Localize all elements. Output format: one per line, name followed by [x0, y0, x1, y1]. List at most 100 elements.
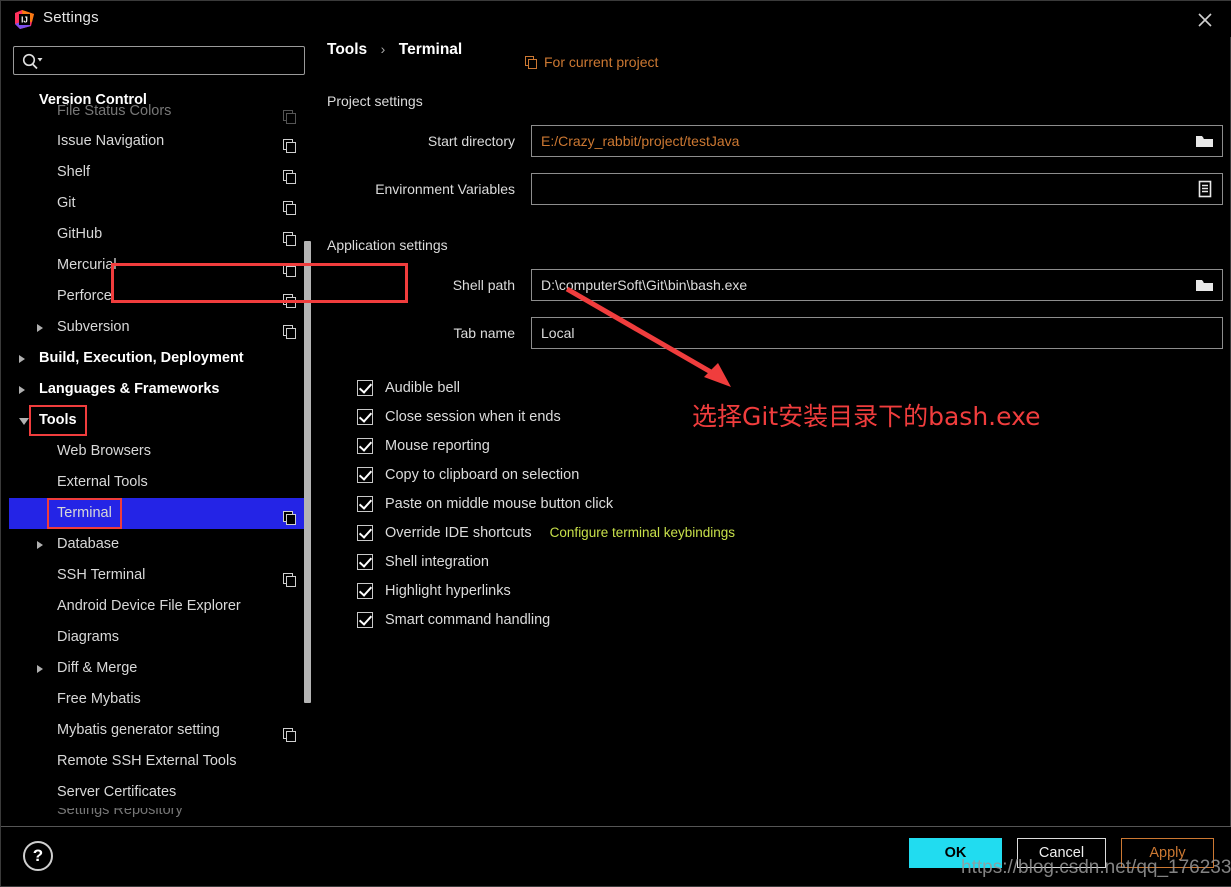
sidebar-item-label: Issue Navigation [57, 133, 165, 149]
sidebar-item-terminal[interactable]: Terminal [9, 498, 305, 529]
tab-name-label: Tab name [453, 325, 515, 341]
sidebar-item-server-certificates[interactable]: Server Certificates [9, 777, 305, 808]
main-panel: Tools › Terminal For current project Pro… [327, 41, 1223, 634]
checkbox-indicator[interactable] [357, 524, 373, 541]
sidebar-item-label: Tools [29, 405, 87, 436]
sidebar-item-tools[interactable]: Tools [9, 405, 305, 436]
configure-terminal-keybindings-link[interactable]: Configure terminal keybindings [550, 525, 735, 540]
shell-path-input[interactable] [531, 269, 1223, 301]
sidebar-item-label: Settings Repository [57, 808, 183, 818]
checkbox-label: Audible bell [385, 379, 460, 396]
checkbox-copy-to-clipboard-on-selection[interactable]: Copy to clipboard on selection [327, 460, 1223, 489]
help-icon[interactable]: ? [23, 841, 53, 871]
sidebar-scrollbar[interactable] [304, 241, 311, 703]
checkbox-smart-command-handling[interactable]: Smart command handling [327, 605, 1223, 634]
sidebar-item-issue-navigation[interactable]: Issue Navigation [9, 126, 305, 157]
sidebar-item-label: Subversion [57, 319, 130, 335]
section-divider [327, 246, 1223, 247]
sidebar-item-web-browsers[interactable]: Web Browsers [9, 436, 305, 467]
sidebar-item-label: Build, Execution, Deployment [39, 350, 244, 366]
start-directory-input[interactable] [531, 125, 1223, 157]
sidebar-item-git[interactable]: Git [9, 188, 305, 219]
search-box[interactable] [13, 46, 305, 75]
breadcrumb-parent[interactable]: Tools [327, 41, 367, 58]
for-current-project-link[interactable]: For current project [525, 54, 658, 72]
tab-name-input[interactable] [531, 317, 1223, 349]
checkbox-override-ide-shortcuts[interactable]: Override IDE shortcuts Configure terminal… [327, 518, 1223, 547]
sidebar-item-label: Free Mybatis [57, 691, 141, 707]
checkbox-indicator[interactable] [357, 611, 373, 628]
checkbox-label: Shell integration [385, 553, 489, 570]
sidebar-item-mercurial[interactable]: Mercurial [9, 250, 305, 281]
sidebar-item-mybatis-generator-setting[interactable]: Mybatis generator setting [9, 715, 305, 746]
checkbox-label: Override IDE shortcuts [385, 524, 532, 541]
sidebar-item-github[interactable]: GitHub [9, 219, 305, 250]
checkbox-indicator[interactable] [357, 582, 373, 599]
checkbox-indicator[interactable] [357, 437, 373, 454]
sidebar-item-android-device-file-explorer[interactable]: Android Device File Explorer [9, 591, 305, 622]
chevron-right-icon[interactable] [37, 541, 43, 549]
shell-path-label-wrap: Shell path [327, 269, 515, 301]
sidebar-item-subversion[interactable]: Subversion [9, 312, 305, 343]
sidebar-item-ssh-terminal[interactable]: SSH Terminal [9, 560, 305, 591]
chevron-right-icon[interactable] [37, 324, 43, 332]
project-settings-section-header: Project settings [327, 93, 1223, 111]
chevron-right-icon[interactable] [19, 386, 25, 394]
for-current-project-label: For current project [544, 54, 659, 70]
shell-path-label: Shell path [452, 277, 515, 293]
sidebar-item-perforce[interactable]: Perforce [9, 281, 305, 312]
checkbox-shell-integration[interactable]: Shell integration [327, 547, 1223, 576]
sidebar-item-external-tools[interactable]: External Tools [9, 467, 305, 498]
checkbox-label: Smart command handling [385, 611, 551, 628]
chevron-down-icon[interactable] [19, 418, 29, 425]
checkbox-mouse-reporting[interactable]: Mouse reporting [327, 431, 1223, 460]
close-icon[interactable] [1194, 9, 1216, 31]
sidebar-item-free-mybatis[interactable]: Free Mybatis [9, 684, 305, 715]
checkbox-close-session-when-it-ends[interactable]: Close session when it ends [327, 402, 1223, 431]
environment-variables-input[interactable] [531, 173, 1223, 205]
tab-name-label-wrap: Tab name [327, 317, 515, 349]
svg-text:IJ: IJ [21, 16, 28, 25]
search-input[interactable] [50, 47, 300, 74]
project-settings-fields: Start directory Environment Variables [327, 125, 1223, 207]
sidebar-item-label: GitHub [57, 226, 103, 242]
environment-variables-label-wrap: Environment Variables [327, 173, 515, 205]
sidebar-item-label: Server Certificates [57, 784, 177, 800]
chevron-right-icon[interactable] [37, 665, 43, 673]
settings-dialog: IJ Settings Version Control File Status C… [0, 0, 1231, 887]
tab-name-row: Tab name [327, 317, 1223, 351]
checkbox-paste-on-middle-mouse-button-click[interactable]: Paste on middle mouse button click [327, 489, 1223, 518]
checkbox-indicator[interactable] [357, 408, 373, 425]
watermark-text: https://blog.csdn.net/qq_17623363 [961, 857, 1231, 878]
folder-icon[interactable] [1188, 270, 1222, 300]
intellij-idea-logo-icon: IJ [14, 9, 35, 30]
sidebar-item-diff-merge[interactable]: Diff & Merge [9, 653, 305, 684]
sidebar-item-settings-repository[interactable]: Settings Repository [9, 808, 305, 818]
checkbox-label: Paste on middle mouse button click [385, 495, 614, 512]
sidebar-item-database[interactable]: Database [9, 529, 305, 560]
chevron-right-icon[interactable] [19, 355, 25, 363]
checkbox-indicator[interactable] [357, 379, 373, 396]
checkbox-indicator[interactable] [357, 466, 373, 483]
list-edit-icon[interactable] [1188, 174, 1222, 204]
sidebar-item-label: External Tools [57, 474, 148, 490]
sidebar-item-shelf[interactable]: Shelf [9, 157, 305, 188]
folder-icon[interactable] [1188, 126, 1222, 156]
sidebar-item-languages-frameworks[interactable]: Languages & Frameworks [9, 374, 305, 405]
sidebar-item-label: Git [57, 195, 76, 211]
sidebar-item-diagrams[interactable]: Diagrams [9, 622, 305, 653]
checkbox-indicator[interactable] [357, 495, 373, 512]
sidebar-item-label: Languages & Frameworks [39, 381, 220, 397]
settings-tree[interactable]: Version Control File Status Colors Issue N… [9, 85, 305, 825]
sidebar-item-file-status-colors[interactable]: File Status Colors [9, 102, 305, 126]
application-settings-label: Application settings [327, 237, 458, 253]
sidebar-item-remote-ssh-external-tools[interactable]: Remote SSH External Tools [9, 746, 305, 777]
sidebar-item-build-execution-deployment[interactable]: Build, Execution, Deployment [9, 343, 305, 374]
start-directory-label: Start directory [427, 133, 515, 149]
sidebar-item-label: Diff & Merge [57, 660, 138, 676]
checkbox-audible-bell[interactable]: Audible bell [327, 373, 1223, 402]
checkbox-indicator[interactable] [357, 553, 373, 570]
checkbox-highlight-hyperlinks[interactable]: Highlight hyperlinks [327, 576, 1223, 605]
sidebar-item-label: Terminal [47, 498, 122, 529]
start-directory-label-wrap: Start directory [327, 125, 515, 157]
